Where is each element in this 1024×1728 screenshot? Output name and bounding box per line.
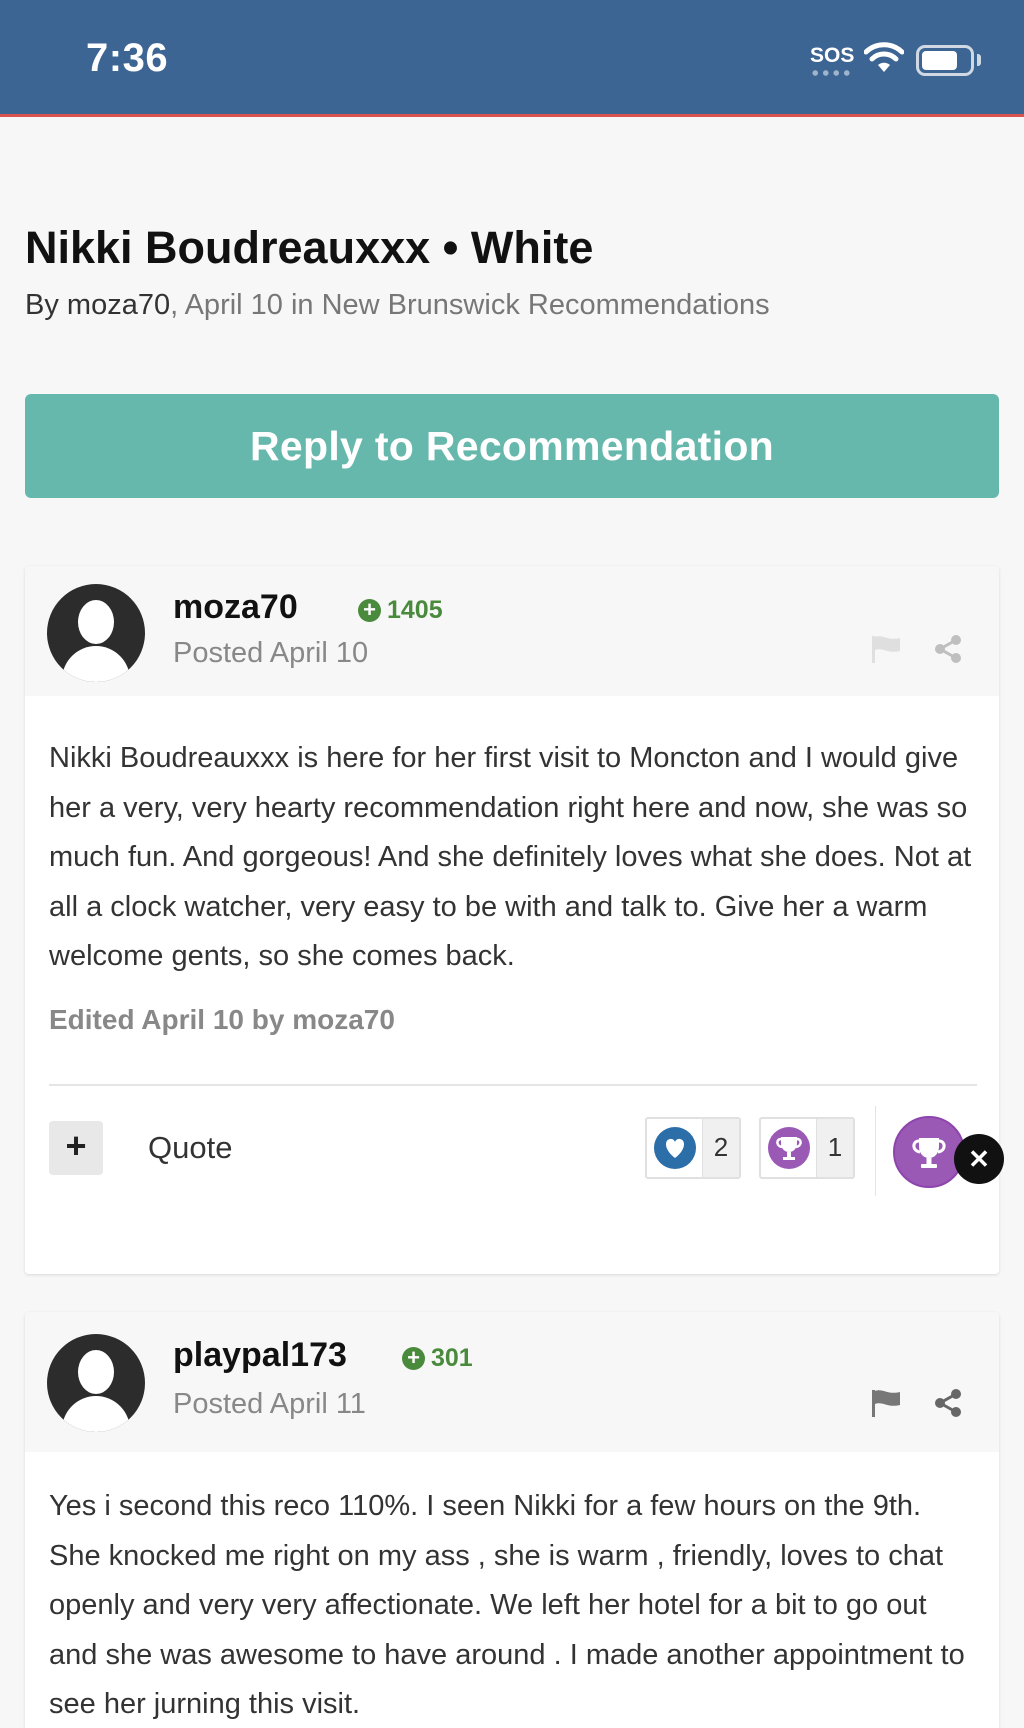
post-username[interactable]: playpal173 <box>173 1336 347 1375</box>
close-icon[interactable]: ✕ <box>954 1134 1004 1184</box>
trophy-icon <box>912 1137 946 1168</box>
reputation-badge: + 301 <box>402 1344 473 1373</box>
post-card: playpal173 + 301 Posted April 11 Yes i s… <box>25 1312 999 1728</box>
reaction-count: 2 <box>703 1118 739 1177</box>
reputation-badge: + 1405 <box>358 596 443 625</box>
edited-note: Edited April 10 by moza70 <box>49 1003 395 1035</box>
reaction-trophy[interactable]: 1 <box>759 1116 855 1179</box>
byline-author-link[interactable]: moza70 <box>67 289 170 321</box>
trophy-icon <box>767 1126 810 1169</box>
post-date[interactable]: Posted April 11 <box>173 1388 366 1421</box>
reputation-count: 1405 <box>387 596 443 624</box>
quote-button[interactable]: Quote <box>148 1130 232 1166</box>
avatar[interactable] <box>47 584 145 682</box>
share-icon[interactable] <box>933 1388 963 1418</box>
post-header: moza70 + 1405 Posted April 10 <box>25 566 999 696</box>
report-flag-icon[interactable] <box>869 634 903 664</box>
post-date[interactable]: Posted April 10 <box>173 637 368 670</box>
byline-meta[interactable]: , April 10 in New Brunswick Recommendati… <box>170 289 770 321</box>
heart-icon <box>653 1126 696 1169</box>
topic-title: Nikki Boudreauxxx • White <box>25 222 594 273</box>
post-username[interactable]: moza70 <box>173 588 298 627</box>
post-body: Yes i second this reco 110%. I seen Nikk… <box>49 1490 965 1720</box>
reaction-count: 1 <box>817 1118 853 1177</box>
report-flag-icon[interactable] <box>869 1388 903 1418</box>
post-card: moza70 + 1405 Posted April 10 Nikki Boud… <box>25 566 999 1274</box>
wifi-icon <box>864 42 904 72</box>
battery-nub <box>977 54 981 66</box>
multiquote-plus-button[interactable]: + <box>49 1120 103 1175</box>
post-header: playpal173 + 301 Posted April 11 <box>25 1312 999 1452</box>
reaction-heart[interactable]: 2 <box>645 1116 741 1179</box>
reputation-count: 301 <box>431 1344 473 1372</box>
status-bar: 7:36 SOS <box>0 0 1024 117</box>
signal-dots-icon <box>810 70 852 76</box>
footer-separator <box>875 1105 876 1196</box>
post-footer: + Quote 2 1 <box>25 1086 999 1212</box>
share-icon[interactable] <box>933 634 963 664</box>
reputation-plus-icon: + <box>358 599 381 622</box>
battery-icon <box>916 45 974 76</box>
post-body: Nikki Boudreauxxx is here for her first … <box>49 742 972 972</box>
topic-byline: By moza70, April 10 in New Brunswick Rec… <box>25 289 770 322</box>
status-time: 7:36 <box>86 36 169 80</box>
avatar[interactable] <box>47 1334 145 1432</box>
byline-prefix: By <box>25 289 67 321</box>
reply-to-recommendation-button[interactable]: Reply to Recommendation <box>25 394 999 498</box>
sos-indicator: SOS <box>810 44 855 67</box>
reputation-plus-icon: + <box>402 1347 425 1370</box>
